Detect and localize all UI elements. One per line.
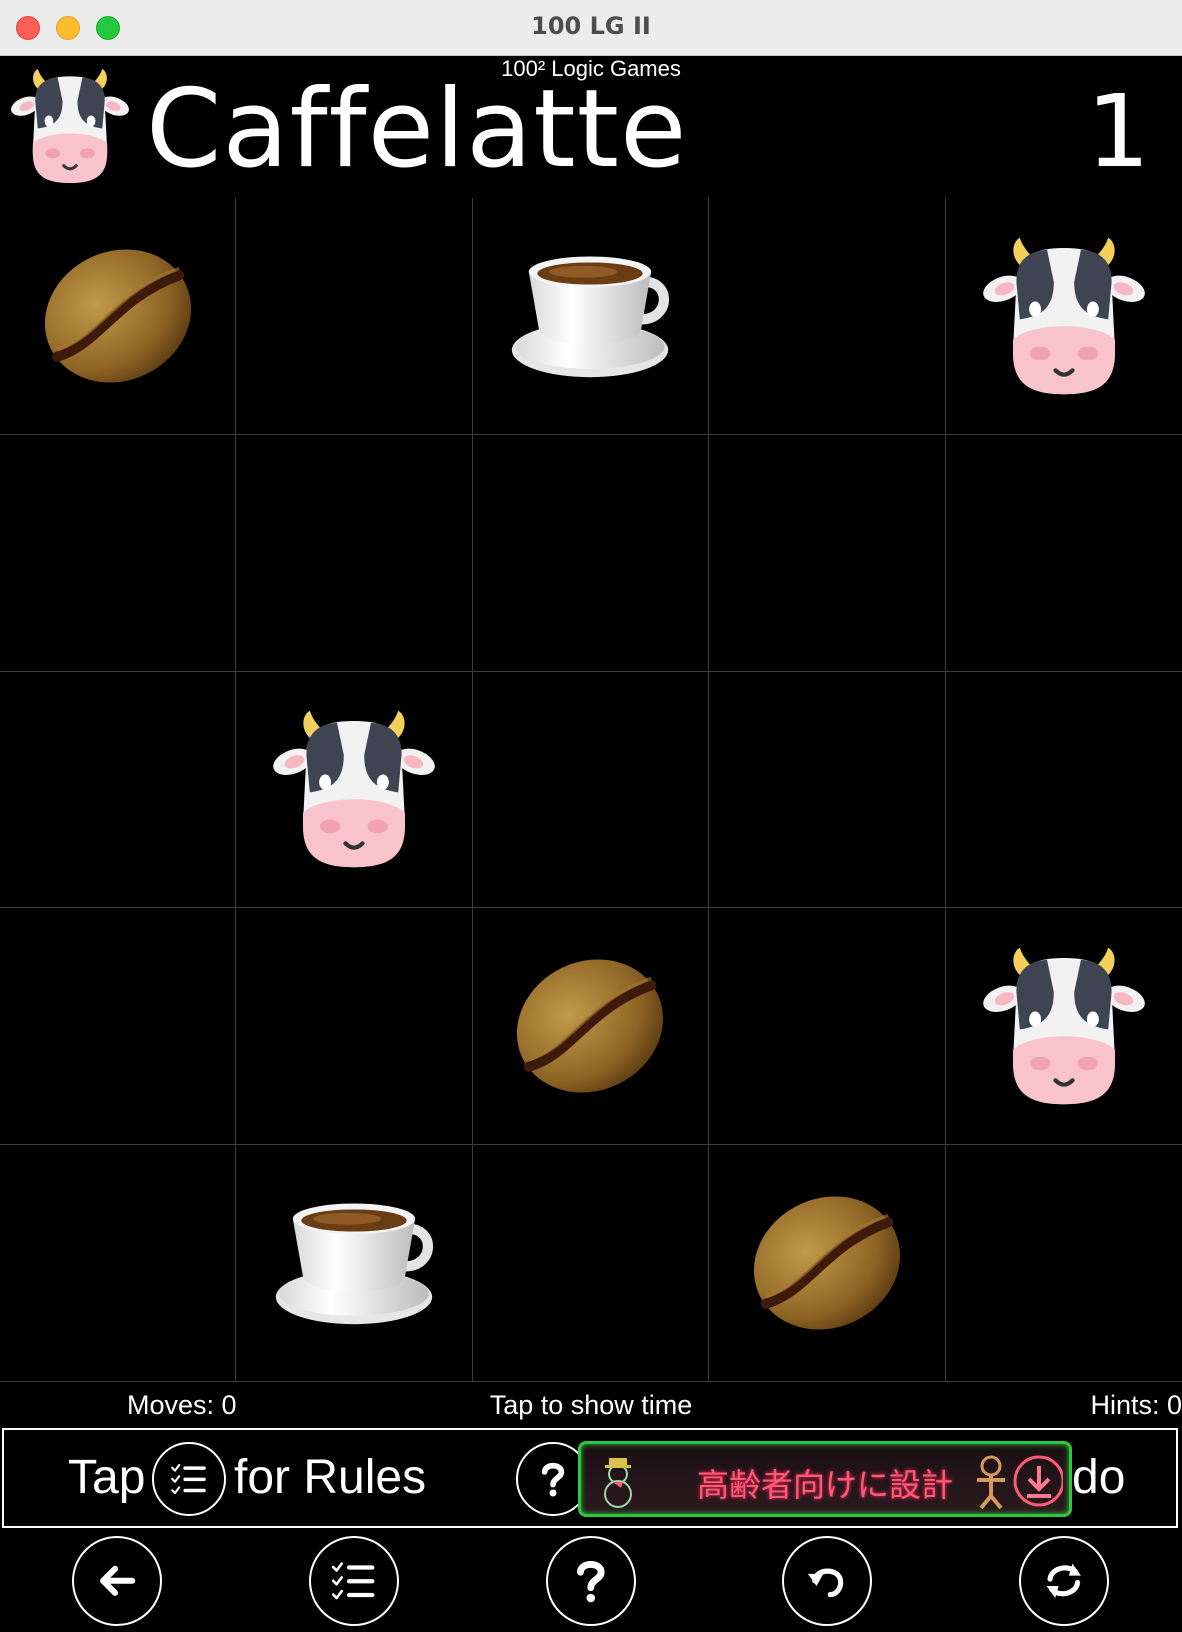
cow-icon <box>269 704 439 874</box>
status-bar: Moves: 0 Tap to show time Hints: 0 <box>0 1382 1182 1426</box>
board-cell[interactable] <box>472 434 710 672</box>
undo-button[interactable] <box>782 1536 872 1626</box>
cow-icon <box>979 231 1149 401</box>
restart-button[interactable] <box>1019 1536 1109 1626</box>
rules-hint-bar: Tap for Rules do 高齢者向けに設計 <box>2 1428 1178 1528</box>
board-cell[interactable] <box>236 198 473 435</box>
restart-icon <box>1046 1563 1082 1599</box>
board-cell[interactable] <box>0 908 237 1146</box>
board-cell[interactable] <box>236 1145 473 1382</box>
help-question-icon <box>565 1555 617 1607</box>
help-button[interactable] <box>546 1536 636 1626</box>
game-header: 100² Logic Games Caffelatte 1 <box>0 56 1182 198</box>
board-cell[interactable] <box>709 434 946 672</box>
game-title: Caffelatte <box>146 67 688 192</box>
cow-face-icon <box>8 62 132 190</box>
board-cell[interactable] <box>0 1145 237 1382</box>
board-cell[interactable] <box>945 672 1182 909</box>
undo-icon <box>808 1568 844 1598</box>
gingerbread-download-icon <box>977 1455 1063 1510</box>
board-cell[interactable] <box>709 908 946 1146</box>
board-cell[interactable] <box>0 198 237 435</box>
coffee-bean-icon <box>742 1178 912 1348</box>
rules-hint-trailing: do <box>1072 1451 1126 1504</box>
coffee-cup-icon <box>505 231 675 401</box>
board-cell[interactable] <box>236 434 473 672</box>
window-title: 100 LG II <box>531 12 651 40</box>
board-cell[interactable] <box>709 671 946 909</box>
board-cell[interactable] <box>472 198 710 435</box>
bottom-toolbar <box>0 1530 1182 1632</box>
board-cell[interactable] <box>709 198 946 435</box>
game-board <box>0 198 1182 1382</box>
coffee-bean-icon <box>505 941 675 1111</box>
board-cell[interactable] <box>472 908 710 1146</box>
board-cell[interactable] <box>945 1145 1182 1382</box>
board-cell[interactable] <box>945 908 1182 1146</box>
rules-hint-for-rules: for Rules <box>234 1451 427 1504</box>
board-cell[interactable] <box>0 434 237 672</box>
board-cell[interactable] <box>0 671 237 909</box>
back-arrow-icon <box>100 1565 136 1597</box>
board-cell[interactable] <box>472 671 710 909</box>
coffee-bean-icon <box>33 231 203 401</box>
coffee-cup-icon <box>269 1178 439 1348</box>
ad-banner[interactable]: 高齢者向けに設計 <box>578 1441 1072 1517</box>
board-cell[interactable] <box>236 671 473 909</box>
rules-list-icon <box>328 1555 380 1607</box>
hints-counter: Hints: 0 <box>1090 1390 1182 1420</box>
board-cell[interactable] <box>472 1145 710 1382</box>
show-time-toggle[interactable]: Tap to show time <box>0 1390 1182 1421</box>
cow-icon <box>979 941 1149 1111</box>
level-number: 1 <box>1086 73 1150 190</box>
rules-list-icon <box>152 1442 226 1516</box>
rules-button[interactable] <box>309 1536 399 1626</box>
board-cell[interactable] <box>236 908 473 1146</box>
window-titlebar: 100 LG II <box>0 0 1182 56</box>
board-cell[interactable] <box>709 1145 946 1382</box>
rules-hint-tap: Tap <box>68 1451 146 1504</box>
board-cell[interactable] <box>945 435 1182 672</box>
board-cell[interactable] <box>945 198 1182 435</box>
back-button[interactable] <box>72 1536 162 1626</box>
